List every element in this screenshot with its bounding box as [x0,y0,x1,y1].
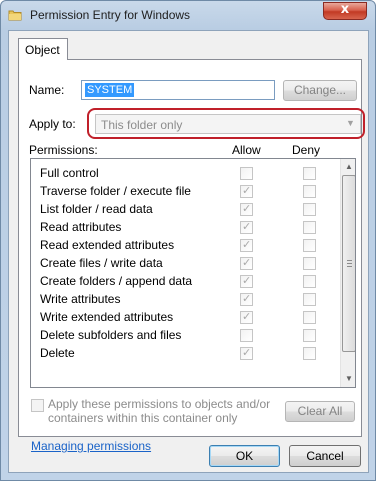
checkmark-icon: ✓ [242,238,252,251]
grip-line [347,260,352,261]
permission-entry-dialog: Permission Entry for Windows x Object Na… [0,0,376,481]
permissions-scrollbar[interactable]: ▲ ▼ [340,159,355,387]
allow-checkbox[interactable]: ✓ [240,256,253,270]
permission-label: Write attributes [40,292,121,306]
scroll-down-icon[interactable]: ▼ [341,371,355,387]
permissions-header: Permissions: [29,143,98,157]
permission-label: Create files / write data [40,256,163,270]
deny-checkbox[interactable] [303,347,316,360]
permission-label: Delete subfolders and files [40,328,182,342]
permission-row: List folder / read data ✓ [31,201,339,219]
deny-header: Deny [292,143,321,157]
permission-row: Create files / write data ✓ [31,255,339,273]
window-title: Permission Entry for Windows [30,8,191,22]
scroll-thumb[interactable] [342,175,355,352]
checkmark-icon: ✓ [242,220,252,233]
checkmark-icon: ✓ [242,274,252,287]
apply-inherit-label: Apply these permissions to objects and/o… [48,397,271,425]
name-field[interactable]: SYSTEM [81,80,275,100]
tab-object-label: Object [25,43,60,57]
allow-checkbox[interactable]: ✓ [240,310,253,324]
allow-checkbox[interactable]: ✓ [240,202,253,216]
deny-checkbox[interactable] [303,221,316,234]
ok-button[interactable]: OK [209,445,280,467]
permission-row: Read attributes ✓ [31,219,339,237]
close-button[interactable]: x [323,2,367,20]
checkmark-icon: ✓ [242,184,252,197]
allow-checkbox[interactable]: ✓ [240,220,253,234]
allow-checkbox[interactable] [240,167,253,180]
permission-row: Delete subfolders and files [31,327,339,345]
checkmark-icon: ✓ [242,202,252,215]
deny-checkbox[interactable] [303,167,316,180]
deny-checkbox[interactable] [303,329,316,342]
permission-row: Read extended attributes ✓ [31,237,339,255]
permission-row: Delete ✓ [31,345,339,363]
permission-row: Write extended attributes ✓ [31,309,339,327]
permission-label: Write extended attributes [40,310,174,324]
allow-checkbox[interactable]: ✓ [240,184,253,198]
permission-label: Create folders / append data [40,274,193,288]
permission-label: Delete [40,346,75,360]
highlight-annotation [87,108,365,139]
permission-label: Read extended attributes [40,238,175,252]
grip-line [347,266,352,267]
managing-permissions-link[interactable]: Managing permissions [31,439,151,453]
permission-row: Write attributes ✓ [31,291,339,309]
dialog-client-area: Object Name: SYSTEM Change... Apply to: … [8,30,369,473]
allow-checkbox[interactable] [240,329,253,342]
permission-row: Traverse folder / execute file ✓ [31,183,339,201]
allow-checkbox[interactable]: ✓ [240,238,253,252]
checkmark-icon: ✓ [242,310,252,323]
scroll-up-icon[interactable]: ▲ [341,159,355,175]
permission-label: Full control [40,166,99,180]
deny-checkbox[interactable] [303,203,316,216]
title-bar[interactable]: Permission Entry for Windows x [1,1,375,31]
deny-checkbox[interactable] [303,293,316,306]
permission-row: Full control [31,165,339,183]
deny-checkbox[interactable] [303,239,316,252]
clear-all-button[interactable]: Clear All [285,401,355,422]
permission-label: Read attributes [40,220,122,234]
checkmark-icon: ✓ [242,292,252,305]
object-tab-panel: Name: SYSTEM Change... Apply to: This fo… [18,59,365,453]
checkmark-icon: ✓ [242,256,252,269]
tab-object[interactable]: Object [18,38,68,60]
deny-checkbox[interactable] [303,275,316,288]
permission-row: Create folders / append data ✓ [31,273,339,291]
deny-checkbox[interactable] [303,257,316,270]
name-value: SYSTEM [85,83,135,97]
checkmark-icon: ✓ [242,346,252,359]
allow-header: Allow [232,143,261,157]
folder-icon [8,10,22,21]
apply-to-label: Apply to: [29,117,76,131]
change-button[interactable]: Change... [283,80,357,101]
apply-inherit-checkbox[interactable] [31,399,44,412]
cancel-button[interactable]: Cancel [289,445,361,467]
allow-checkbox[interactable]: ✓ [240,292,253,306]
close-icon: x [340,2,350,17]
allow-checkbox[interactable]: ✓ [240,346,253,360]
name-label: Name: [29,83,65,97]
permission-label: Traverse folder / execute file [40,184,191,198]
deny-checkbox[interactable] [303,311,316,324]
permissions-list[interactable]: Full control Traverse folder / execute fi… [30,158,356,388]
permission-label: List folder / read data [40,202,153,216]
allow-checkbox[interactable]: ✓ [240,274,253,288]
grip-line [347,263,352,264]
deny-checkbox[interactable] [303,185,316,198]
